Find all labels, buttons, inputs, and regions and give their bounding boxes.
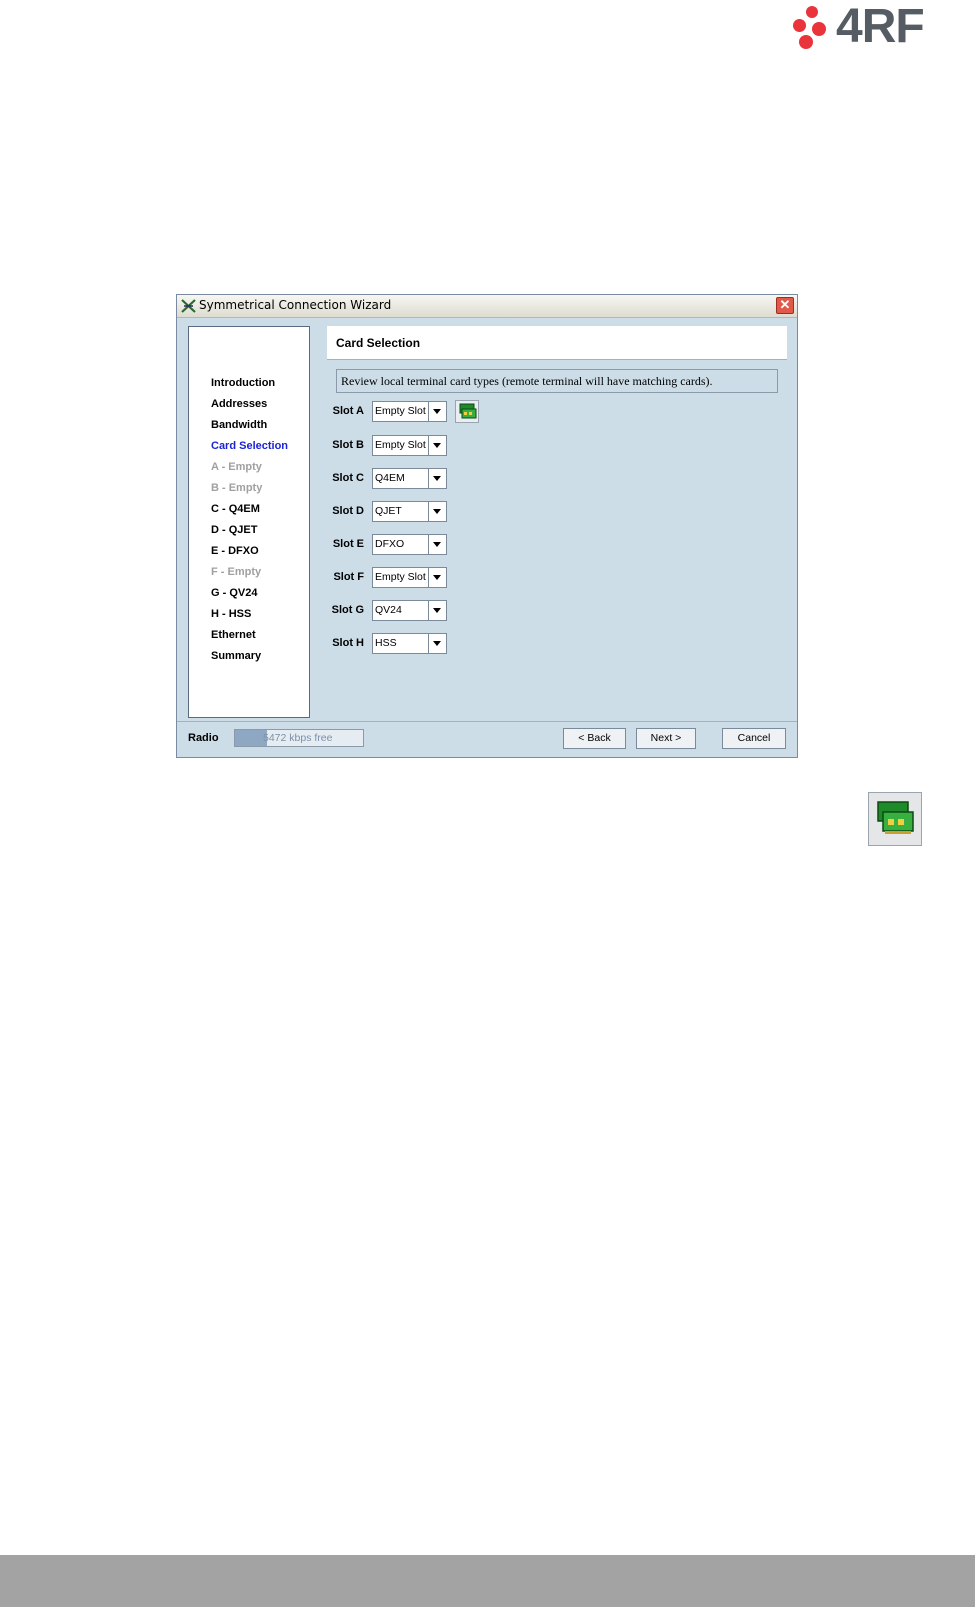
nav-item-bandwidth[interactable]: Bandwidth (211, 419, 267, 431)
logo-dot (812, 22, 826, 36)
card-details-button[interactable] (455, 400, 479, 423)
close-icon: ✕ (779, 297, 791, 312)
nav-item-card-selection[interactable]: Card Selection (211, 440, 288, 452)
window-titlebar[interactable]: Symmetrical Connection Wizard ✕ (177, 295, 797, 318)
slot-a-value: Empty Slot (375, 405, 426, 417)
wizard-step-list: Introduction Addresses Bandwidth Card Se… (188, 326, 310, 718)
slot-f-label: Slot F (333, 571, 364, 583)
slot-d-label: Slot D (332, 505, 364, 517)
chevron-down-icon[interactable] (428, 535, 446, 554)
slot-a-label: Slot A (332, 405, 364, 417)
nav-item-slot-g[interactable]: G - QV24 (211, 587, 257, 599)
slot-c-value: Q4EM (375, 472, 405, 484)
nav-item-slot-b: B - Empty (211, 482, 263, 494)
nav-item-slot-e[interactable]: E - DFXO (211, 545, 259, 557)
card-icon-large (868, 792, 922, 846)
wizard-icon (181, 299, 196, 313)
slot-c-label: Slot C (332, 472, 364, 484)
4rf-logo: 4RF (792, 1, 962, 53)
slot-d-select[interactable]: QJET (372, 501, 447, 522)
logo-dot (799, 35, 813, 49)
logo-dot (806, 6, 818, 18)
card-icon (459, 403, 477, 419)
chevron-down-icon[interactable] (428, 402, 446, 421)
slot-b-label: Slot B (332, 439, 364, 451)
window-title: Symmetrical Connection Wizard (199, 298, 392, 312)
slot-h-value: HSS (375, 637, 397, 649)
slot-h-label: Slot H (332, 637, 364, 649)
slot-b-value: Empty Slot (375, 439, 426, 451)
logo-text: 4RF (836, 0, 925, 53)
slot-f-value: Empty Slot (375, 571, 426, 583)
page-title: Card Selection (336, 336, 421, 350)
nav-item-slot-d[interactable]: D - QJET (211, 524, 257, 536)
bandwidth-free-text: 5472 kbps free (263, 732, 333, 744)
nav-item-slot-c[interactable]: C - Q4EM (211, 503, 260, 515)
bandwidth-progress-bar: 5472 kbps free (234, 729, 364, 747)
slot-g-select[interactable]: QV24 (372, 600, 447, 621)
page-footer-bar (0, 1555, 975, 1607)
close-button[interactable]: ✕ (776, 297, 794, 314)
description-box: Review local terminal card types (remote… (336, 369, 778, 393)
nav-item-slot-h[interactable]: H - HSS (211, 608, 251, 620)
chevron-down-icon[interactable] (428, 601, 446, 620)
slot-c-select[interactable]: Q4EM (372, 468, 447, 489)
slot-e-select[interactable]: DFXO (372, 534, 447, 555)
nav-item-summary[interactable]: Summary (211, 650, 261, 662)
slot-e-label: Slot E (332, 538, 364, 550)
nav-item-slot-a: A - Empty (211, 461, 262, 473)
radio-label: Radio (188, 732, 219, 744)
slot-g-label: Slot G (331, 604, 364, 616)
chevron-down-icon[interactable] (428, 502, 446, 521)
chevron-down-icon[interactable] (428, 568, 446, 587)
content-header: Card Selection (327, 326, 787, 360)
slot-f-select[interactable]: Empty Slot (372, 567, 447, 588)
slot-h-select[interactable]: HSS (372, 633, 447, 654)
logo-dot (793, 19, 806, 32)
cancel-button[interactable]: Cancel (722, 728, 786, 749)
card-icon (877, 801, 914, 834)
slot-d-value: QJET (375, 505, 402, 517)
slot-a-select[interactable]: Empty Slot (372, 401, 447, 422)
nav-item-slot-f: F - Empty (211, 566, 262, 578)
nav-item-ethernet[interactable]: Ethernet (211, 629, 256, 641)
nav-item-addresses[interactable]: Addresses (211, 398, 267, 410)
nav-item-introduction[interactable]: Introduction (211, 377, 275, 389)
chevron-down-icon[interactable] (428, 469, 446, 488)
slot-e-value: DFXO (375, 538, 405, 550)
chevron-down-icon[interactable] (428, 634, 446, 653)
back-button[interactable]: < Back (563, 728, 626, 749)
footer-divider (177, 721, 797, 722)
slot-b-select[interactable]: Empty Slot (372, 435, 447, 456)
next-button[interactable]: Next > (636, 728, 696, 749)
slot-g-value: QV24 (375, 604, 402, 616)
chevron-down-icon[interactable] (428, 436, 446, 455)
wizard-window: Symmetrical Connection Wizard ✕ Introduc… (176, 294, 798, 758)
